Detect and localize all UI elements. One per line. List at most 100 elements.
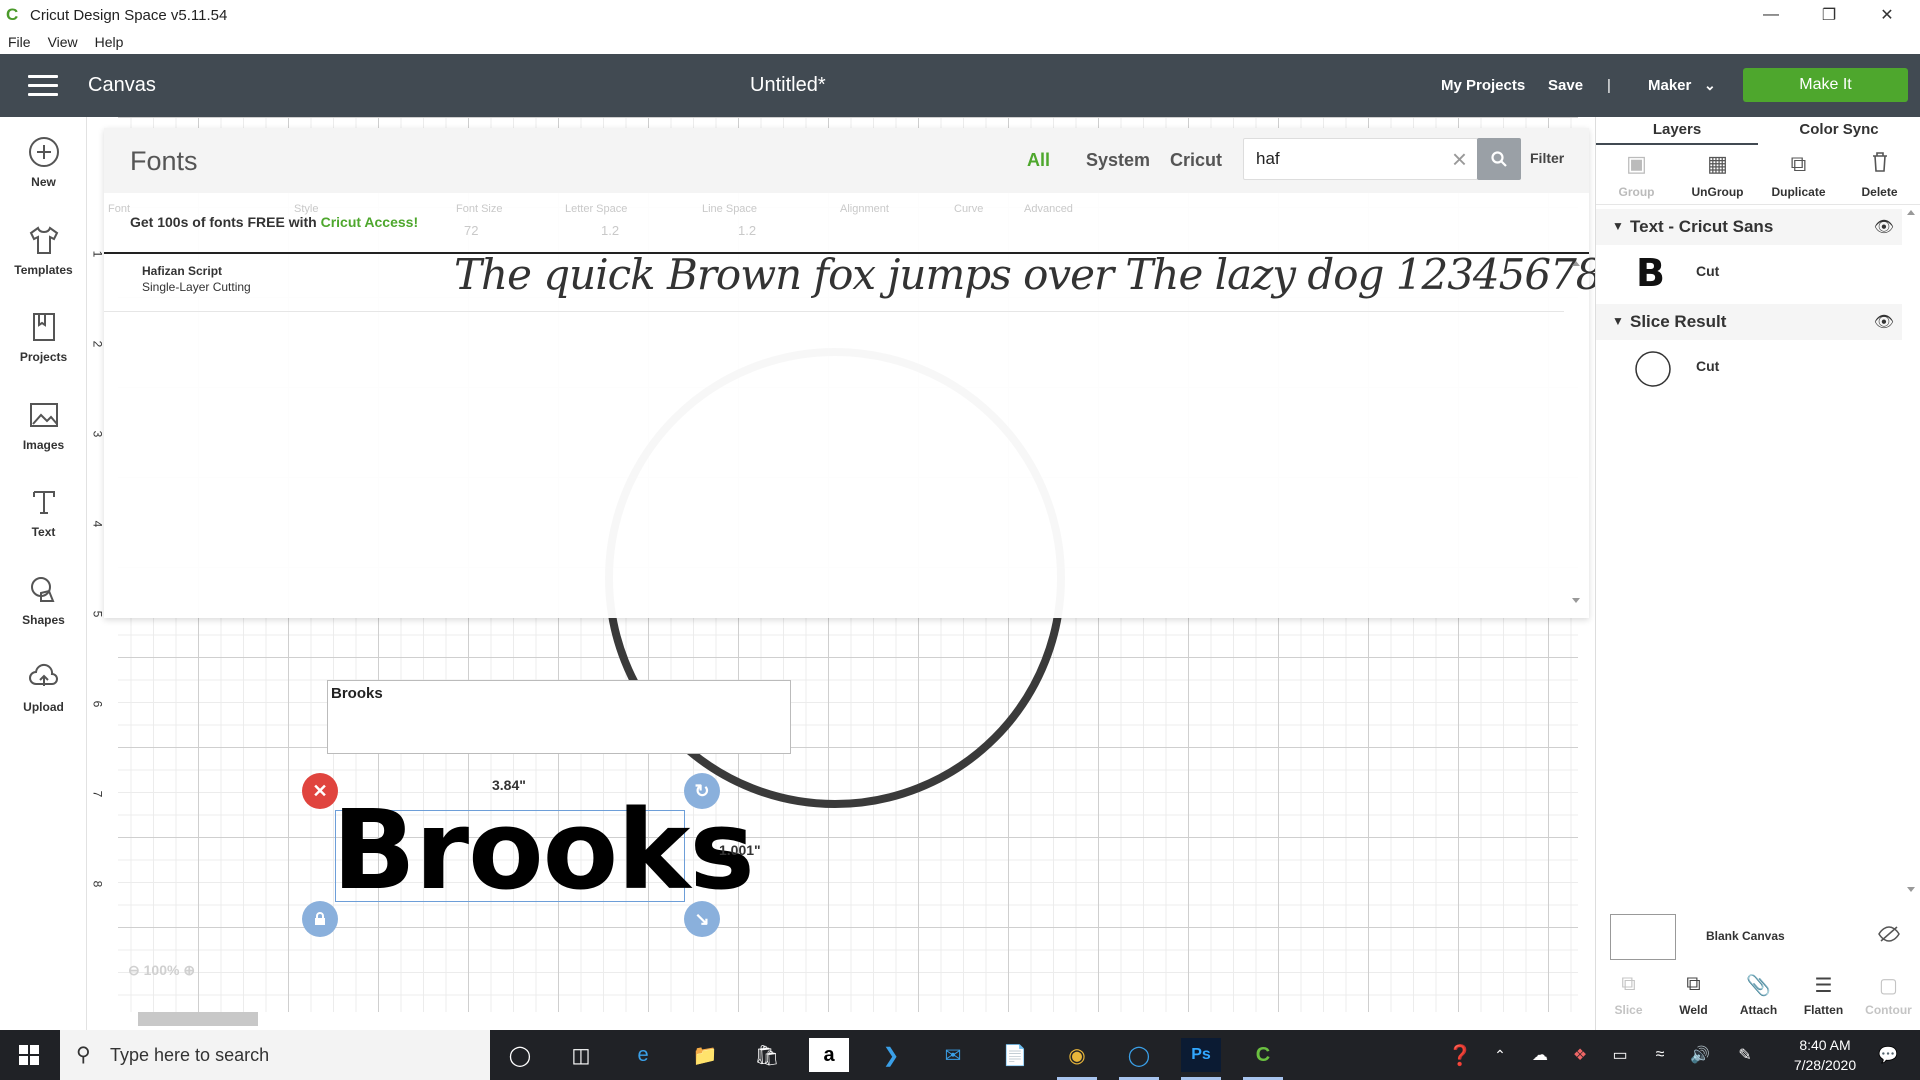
horizontal-scrollbar[interactable] [120, 1010, 1570, 1026]
edge-browser-icon[interactable]: e [623, 1038, 663, 1072]
restore-icon[interactable]: ❐ [1800, 0, 1858, 30]
delete-button[interactable]: Delete [1839, 145, 1920, 204]
sidebar-item-shapes[interactable]: Shapes [0, 573, 87, 627]
make-it-button[interactable]: Make It [1743, 68, 1908, 102]
chrome-icon[interactable]: ◉ [1057, 1038, 1097, 1080]
sidebar-item-images[interactable]: Images [0, 398, 87, 452]
hamburger-menu-icon[interactable] [28, 75, 58, 96]
dropbox-icon[interactable]: ❖ [1560, 1038, 1600, 1072]
tab-cricut[interactable]: Cricut [1170, 150, 1222, 171]
fonts-scrollbar[interactable] [1571, 258, 1581, 608]
volume-icon[interactable]: 🔊 [1680, 1038, 1720, 1072]
contour-button[interactable]: ▢ Contour [1856, 969, 1920, 1029]
rotate-handle-icon[interactable]: ↻ [684, 773, 720, 809]
tool-label: Delete [1861, 185, 1898, 199]
sidebar-item-upload[interactable]: Upload [0, 660, 87, 714]
selected-text-object[interactable]: Brooks [332, 795, 755, 905]
ungroup-button[interactable]: ▦ UnGroup [1677, 145, 1758, 204]
system-clock[interactable]: 8:40 AM 7/28/2020 [1780, 1035, 1870, 1075]
pen-icon[interactable]: ✎ [1725, 1038, 1765, 1072]
machine-select[interactable]: Maker [1648, 77, 1691, 94]
close-icon[interactable]: ✕ [1858, 0, 1916, 30]
tab-all[interactable]: All [1027, 150, 1050, 171]
layers-scrollbar[interactable] [1906, 207, 1916, 897]
blank-canvas-layer[interactable]: Blank Canvas [1608, 914, 1913, 974]
windows-start-icon[interactable] [0, 1030, 58, 1080]
layer-operation: Cut [1696, 263, 1720, 279]
delete-handle-icon[interactable]: ✕ [302, 773, 338, 809]
group-button[interactable]: ▣ Group [1596, 145, 1677, 204]
sidebar-item-projects[interactable]: Projects [0, 310, 87, 364]
tab-layers[interactable]: Layers [1596, 117, 1758, 145]
weld-button[interactable]: ⧉ Weld [1661, 969, 1726, 1029]
tool-label: Contour [1865, 1003, 1912, 1017]
my-projects-link[interactable]: My Projects [1441, 77, 1525, 94]
wifi-icon[interactable]: ≈ [1640, 1038, 1680, 1072]
sidebar-item-text[interactable]: Text [0, 485, 87, 539]
taskbar-search[interactable]: ⚲ Type here to search [60, 1030, 490, 1080]
chevron-down-icon[interactable]: ⌄ [1704, 77, 1716, 94]
cricut-design-space-icon[interactable]: C [1243, 1038, 1283, 1080]
window-title: Cricut Design Space v5.11.54 [30, 6, 228, 24]
tab-system[interactable]: System [1086, 150, 1150, 171]
menu-help[interactable]: Help [95, 34, 124, 50]
save-button[interactable]: Save [1548, 77, 1583, 94]
menu-view[interactable]: View [48, 34, 78, 50]
caret-down-icon[interactable]: ▼ [1612, 314, 1624, 328]
text-edit-value[interactable]: Brooks [331, 685, 383, 702]
sidebar-item-templates[interactable]: Templates [0, 223, 87, 277]
clear-search-icon[interactable]: × [1452, 145, 1467, 173]
layer-group-slice-result[interactable]: ▼ Slice Result 👁 [1596, 304, 1902, 340]
notepad-icon[interactable]: 📄 [995, 1038, 1035, 1072]
layer-item[interactable]: B Cut [1596, 245, 1902, 301]
attach-button[interactable]: 📎 Attach [1726, 969, 1791, 1029]
amazon-icon[interactable]: a [809, 1038, 849, 1072]
ghost-font-size: 72 [464, 223, 479, 238]
shapes-icon [26, 573, 62, 609]
scrollbar-thumb[interactable] [138, 1012, 258, 1026]
filter-button[interactable]: Filter [1530, 150, 1564, 166]
chevron-up-icon[interactable]: ⌃ [1480, 1038, 1520, 1072]
cloud-icon[interactable]: ☁ [1520, 1038, 1560, 1072]
menu-file[interactable]: File [8, 34, 31, 50]
flatten-icon: ☰ [1814, 975, 1833, 997]
display-icon[interactable]: ▭ [1600, 1038, 1640, 1072]
file-explorer-icon[interactable]: 📁 [685, 1038, 725, 1072]
caret-down-icon[interactable]: ▼ [1612, 219, 1624, 233]
eye-hidden-icon[interactable] [1878, 926, 1900, 947]
cortana-icon[interactable]: ◯ [500, 1038, 540, 1072]
header-separator: | [1607, 77, 1611, 94]
mail-icon[interactable]: ✉ [933, 1038, 973, 1072]
notification-icon[interactable]: 💬 [1868, 1038, 1908, 1072]
canvas-swatch[interactable] [1610, 914, 1676, 960]
zoom-in-icon[interactable]: ⊕ [183, 962, 195, 978]
sidebar-item-new[interactable]: New [0, 135, 87, 189]
task-view-icon[interactable]: ◫ [561, 1038, 601, 1072]
eye-icon[interactable]: 👁 [1874, 217, 1894, 237]
width-dimension-label: 3.84" [492, 777, 526, 793]
visual-studio-icon[interactable]: ❯ [871, 1038, 911, 1072]
font-result-row[interactable]: Hafizan Script Single-Layer Cutting The … [104, 250, 1654, 312]
tab-color-sync[interactable]: Color Sync [1758, 117, 1920, 145]
cricut-access-link[interactable]: Cricut Access! [321, 214, 419, 230]
layer-group-text[interactable]: ▼ Text - Cricut Sans 👁 [1596, 209, 1902, 245]
layer-item[interactable]: Cut [1596, 340, 1902, 396]
eye-icon[interactable]: 👁 [1874, 312, 1894, 332]
text-edit-box[interactable]: Brooks [327, 680, 791, 754]
help-icon[interactable]: ❓ [1440, 1038, 1480, 1072]
zoom-out-icon[interactable]: ⊖ [128, 962, 140, 978]
flatten-button[interactable]: ☰ Flatten [1791, 969, 1856, 1029]
microsoft-store-icon[interactable]: 🛍 [747, 1038, 787, 1072]
duplicate-button[interactable]: ⧉ Duplicate [1758, 145, 1839, 204]
ghost-label: Advanced [1024, 203, 1073, 215]
font-search-input[interactable] [1256, 147, 1436, 171]
search-button[interactable] [1477, 138, 1521, 180]
lock-handle-icon[interactable] [302, 901, 338, 937]
zoom-control[interactable]: ⊖ 100% ⊕ [128, 962, 195, 979]
trash-icon [1839, 151, 1920, 177]
messenger-icon[interactable]: ◯ [1119, 1038, 1159, 1080]
slice-button[interactable]: ⧉ Slice [1596, 969, 1661, 1029]
resize-handle-icon[interactable]: ↘ [684, 901, 720, 937]
photoshop-icon[interactable]: Ps [1181, 1038, 1221, 1080]
minimize-icon[interactable]: — [1742, 0, 1800, 30]
